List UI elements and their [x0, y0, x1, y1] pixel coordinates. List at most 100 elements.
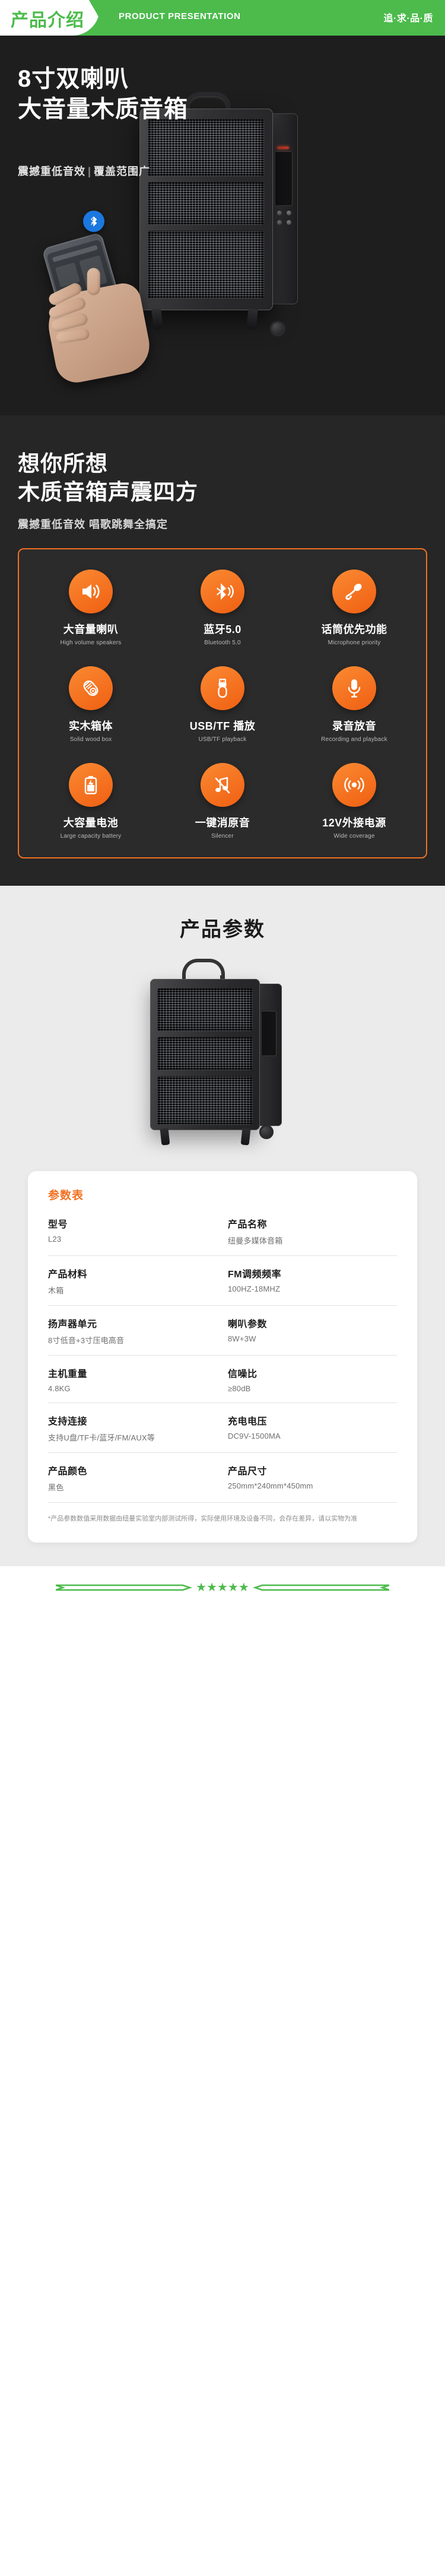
hero-section: 8寸双喇叭 大音量木质音箱 震撼重低音效 | 覆盖范围广 [0, 36, 445, 415]
spec-cell: 型号 L23 [48, 1216, 217, 1246]
speaker-knob [287, 211, 291, 215]
hero-subtitle-right: 覆盖范围广 [94, 166, 151, 177]
spec-cell: FM调频频率 100HZ-18MHZ [228, 1266, 397, 1296]
spec-value: 8寸低音+3寸压电高音 [48, 1336, 125, 1346]
hero-speaker-image [128, 92, 306, 341]
feature-icon-circle [69, 763, 113, 807]
spec-key: 喇叭参数 [228, 1319, 268, 1330]
table-row: 型号 L23 产品名称 纽曼多媒体音箱 [48, 1206, 397, 1257]
page-header-banner: 产品介绍 PRODUCT PRESENTATION 追·求·品·质 [0, 0, 445, 36]
feature-label-cn: 一键消原音 [195, 817, 250, 829]
spec-key: 充电电压 [228, 1417, 268, 1427]
thumb [87, 268, 100, 295]
feature-label-cn: 12V外接电源 [322, 817, 386, 829]
spec-cell: 支持连接 支持U盘/TF卡/蓝牙/FM/AUX等 [48, 1413, 217, 1443]
feature-label-en: Bluetooth 5.0 [204, 640, 241, 647]
feature-label-en: Large capacity battery [60, 833, 122, 840]
parameters-section: 产品参数 参数表 型号 L23 产品名称 纽曼多媒体音箱 产品材料 木箱 FM调… [0, 886, 445, 1567]
hero-headline: 8寸双喇叭 大音量木质音箱 [18, 64, 188, 125]
hero-subtitle-left: 震撼重低音效 [18, 166, 85, 177]
features-headline: 想你所想 木质音箱声震四方 [18, 450, 427, 507]
product-wheel [259, 1125, 274, 1140]
table-row: 产品材料 木箱 FM调频频率 100HZ-18MHZ [48, 1256, 397, 1306]
features-headline-line2: 木质音箱声震四方 [18, 480, 198, 505]
feature-label-cn: 话筒优先功能 [321, 624, 387, 636]
feature-item[interactable]: 话筒优先功能 Microphone priority [288, 570, 420, 646]
feature-icon-circle [332, 763, 376, 807]
spec-disclaimer-note: *产品参数数值采用数据由纽曼实验室内部测试所得，实际使用环境及设备不同，会存在差… [48, 1515, 358, 1523]
spec-key: 信噪比 [228, 1369, 258, 1380]
features-headline-line1: 想你所想 [18, 451, 108, 476]
spec-cell: 喇叭参数 8W+3W [228, 1316, 397, 1346]
product-grille-bottom [157, 1076, 253, 1125]
product-detail-page: 产品介绍 PRODUCT PRESENTATION 追·求·品·质 8寸双喇叭 … [0, 0, 445, 1610]
feature-label-cn: 蓝牙5.0 [204, 624, 241, 636]
spec-key: 产品材料 [48, 1270, 88, 1280]
usb-drive-icon [218, 679, 227, 698]
product-leg [240, 1128, 251, 1146]
banner-slogan: 追·求·品·质 [383, 14, 433, 24]
feature-item[interactable]: 实木箱体 Solid wood box [25, 666, 157, 743]
product-grille-top [157, 988, 253, 1032]
table-row: 扬声器单元 8寸低音+3寸压电高音 喇叭参数 8W+3W [48, 1306, 397, 1356]
spec-value: 8W+3W [228, 1334, 256, 1344]
spec-key: 产品颜色 [48, 1467, 88, 1477]
feature-item[interactable]: 录音放音 Recording and playback [288, 666, 420, 743]
page-footer: ★★★★★ [0, 1566, 445, 1610]
footer-divider-right [252, 1585, 389, 1591]
feature-item[interactable]: USB/TF 播放 USB/TF playback [157, 666, 288, 743]
table-row: 产品颜色 黑色 产品尺寸 250mm*240mm*450mm [48, 1453, 397, 1503]
feature-label-cn: 录音放音 [332, 720, 376, 733]
feature-item[interactable]: 蓝牙5.0 Bluetooth 5.0 [157, 570, 288, 646]
spec-cell: 产品名称 纽曼多媒体音箱 [228, 1216, 397, 1246]
spec-value: 纽曼多媒体音箱 [228, 1236, 283, 1246]
power-signal-icon [344, 777, 364, 793]
features-section: 想你所想 木质音箱声震四方 震撼重低音效 唱歌跳舞全搞定 大音量喇叭 High … [0, 415, 445, 886]
spec-key: 支持连接 [48, 1417, 88, 1427]
product-handle [182, 959, 225, 982]
spec-value: 黑色 [48, 1483, 64, 1493]
spec-value: L23 [48, 1235, 62, 1244]
feature-icon-circle [201, 570, 244, 614]
spec-table-card: 参数表 型号 L23 产品名称 纽曼多媒体音箱 产品材料 木箱 FM调频频率 1… [28, 1171, 417, 1543]
spec-value: 100HZ-18MHZ [228, 1284, 281, 1294]
studio-microphone-icon [348, 679, 361, 698]
table-row: 支持连接 支持U盘/TF卡/蓝牙/FM/AUX等 充电电压 DC9V-1500M… [48, 1403, 397, 1454]
spec-cell: 扬声器单元 8寸低音+3寸压电高音 [48, 1316, 217, 1346]
hero-headline-line1: 8寸双喇叭 [18, 66, 129, 92]
feature-item[interactable]: 大容量电池 Large capacity battery [25, 763, 157, 839]
speaker-knob [287, 220, 291, 225]
spec-value: 250mm*240mm*450mm [228, 1481, 313, 1491]
spec-key: 主机重量 [48, 1369, 88, 1380]
bluetooth-wave-icon [217, 583, 234, 600]
spec-key: 产品尺寸 [228, 1467, 268, 1477]
feature-label-cn: 实木箱体 [69, 720, 113, 733]
feature-label-en: USB/TF playback [198, 736, 247, 743]
feature-label-en: Silencer [211, 833, 234, 840]
feature-label-en: High volume speakers [60, 640, 122, 647]
table-row: 主机重量 4.8KG 信噪比 ≥80dB [48, 1356, 397, 1404]
feature-label-cn: USB/TF 播放 [189, 720, 256, 733]
feature-item[interactable]: 一键消原音 Silencer [157, 763, 288, 839]
footer-divider-left [56, 1585, 193, 1591]
feature-item[interactable]: 12V外接电源 Wide coverage [288, 763, 420, 839]
handheld-microphone-icon [345, 584, 362, 600]
speaker-grille-bottom [148, 231, 264, 298]
wood-log-icon [83, 680, 98, 697]
parameters-product-image [116, 955, 329, 1151]
feature-icon-circle [332, 666, 376, 711]
feature-item[interactable]: 大音量喇叭 High volume speakers [25, 570, 157, 646]
feature-icon-circle [69, 666, 113, 711]
product-control-panel [261, 1011, 276, 1057]
spec-value: DC9V-1500MA [228, 1432, 281, 1441]
feature-grid: 大音量喇叭 High volume speakers 蓝牙5.0 Bluetoo… [25, 570, 420, 839]
spec-value: 支持U盘/TF卡/蓝牙/FM/AUX等 [48, 1433, 155, 1443]
spec-key: 产品名称 [228, 1220, 268, 1230]
feature-label-cn: 大音量喇叭 [63, 624, 119, 636]
feature-icon-circle [201, 666, 244, 711]
feature-icon-circle [69, 570, 113, 614]
speaker-knob [277, 211, 282, 215]
spec-table-title: 参数表 [48, 1190, 84, 1203]
spec-cell: 充电电压 DC9V-1500MA [228, 1413, 397, 1443]
spec-cell: 主机重量 4.8KG [48, 1366, 217, 1393]
